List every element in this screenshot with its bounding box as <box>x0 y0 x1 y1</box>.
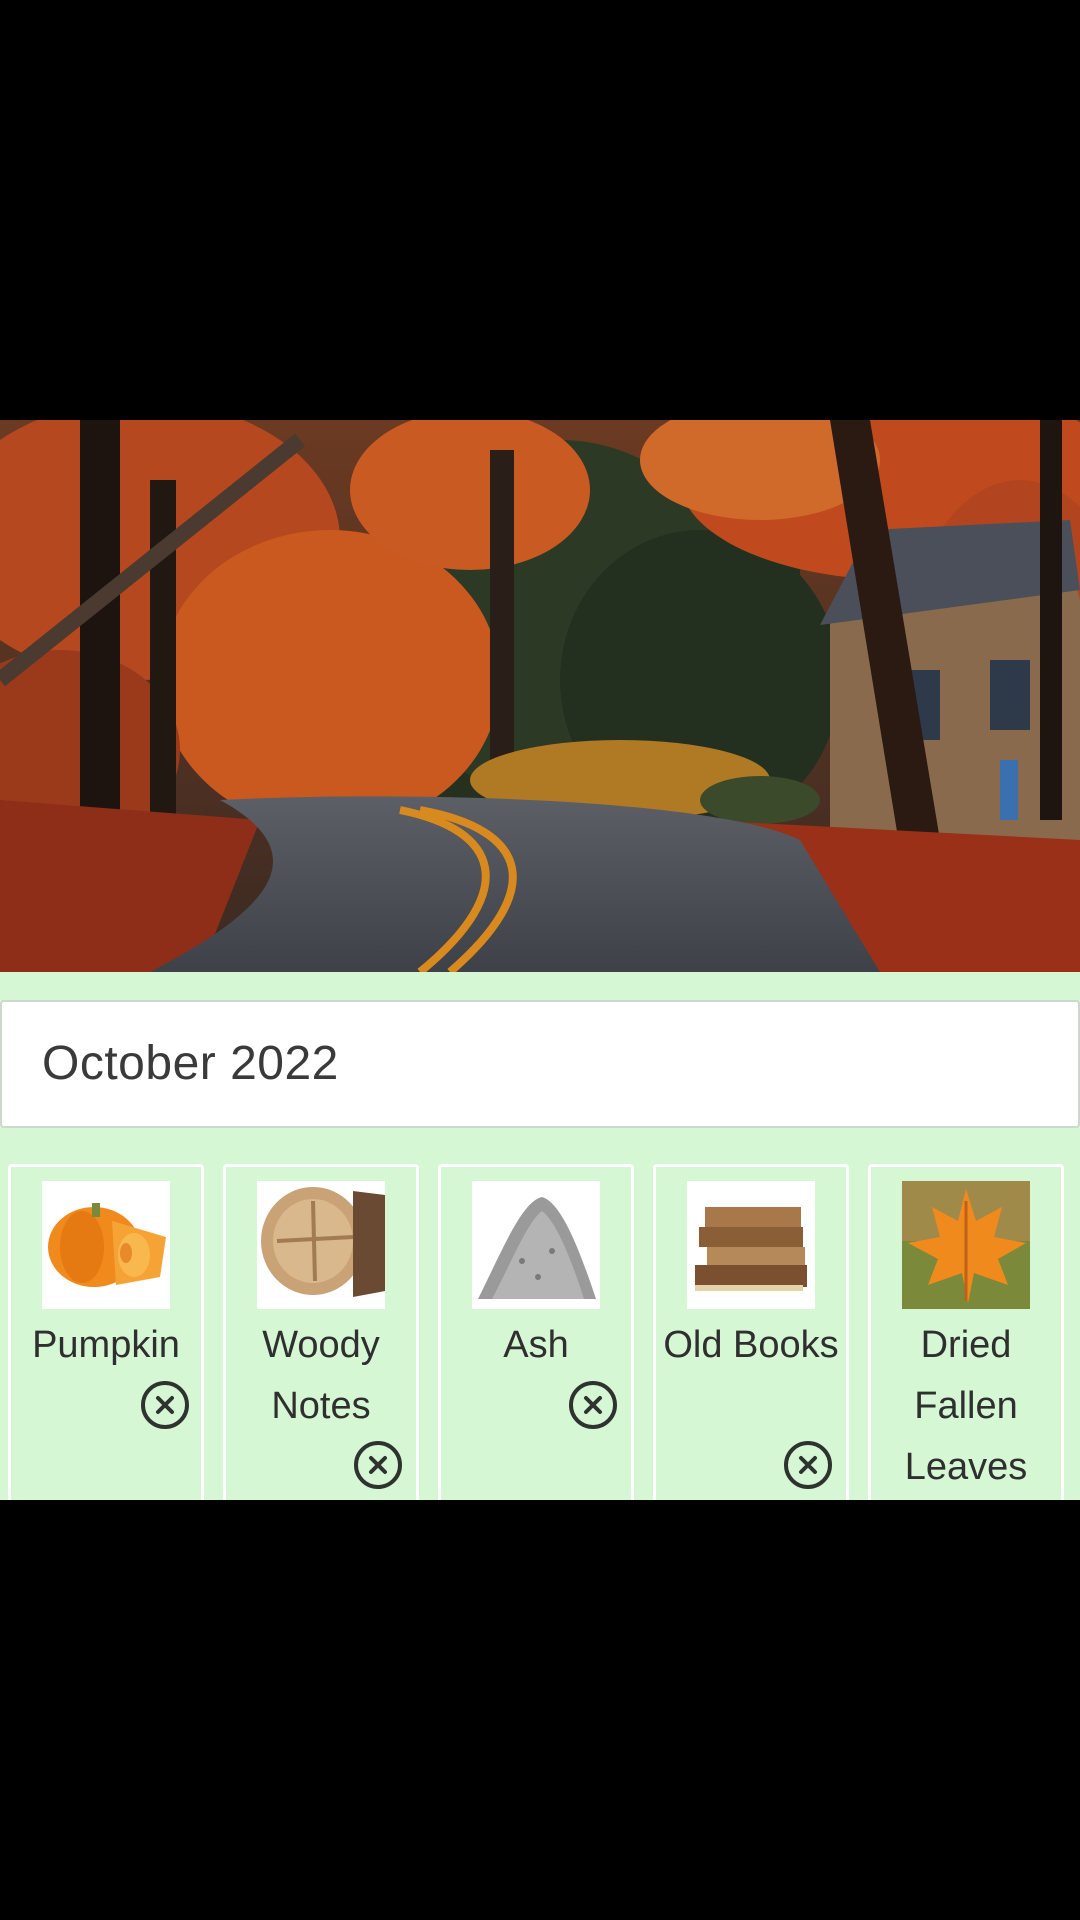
wood-log-image <box>257 1181 385 1309</box>
note-label: Woody Notes <box>262 1324 380 1427</box>
note-label: Ash <box>503 1324 569 1366</box>
note-card-pumpkin[interactable]: Pumpkin <box>8 1164 204 1500</box>
remove-pumpkin-button[interactable] <box>139 1379 191 1431</box>
note-card-woody-notes[interactable]: Woody Notes <box>223 1164 419 1500</box>
hero-photo <box>0 420 1080 972</box>
close-circle-icon <box>569 1381 617 1429</box>
close-circle-icon <box>141 1381 189 1429</box>
note-card-old-books[interactable]: Old Books <box>653 1164 849 1500</box>
remove-old-books-button[interactable] <box>782 1439 834 1491</box>
notes-panel: October 2022 Pumpkin Woody Notes Ash Old… <box>0 972 1080 1500</box>
remove-woody-notes-button[interactable] <box>352 1439 404 1491</box>
scent-notes-list[interactable]: Pumpkin Woody Notes Ash Old Books Dried … <box>8 1164 1080 1500</box>
note-label: Old Books <box>663 1324 839 1366</box>
old-books-image <box>687 1181 815 1309</box>
pumpkin-image <box>42 1181 170 1309</box>
autumn-road-photo <box>0 420 1080 972</box>
month-selector[interactable]: October 2022 <box>0 1000 1080 1128</box>
remove-ash-button[interactable] <box>567 1379 619 1431</box>
close-circle-icon <box>784 1441 832 1489</box>
note-card-ash[interactable]: Ash <box>438 1164 634 1500</box>
ash-pile-image <box>472 1181 600 1309</box>
note-card-dried-fallen-leaves[interactable]: Dried Fallen Leaves <box>868 1164 1064 1500</box>
month-label: October 2022 <box>42 1037 339 1090</box>
close-circle-icon <box>354 1441 402 1489</box>
screen: October 2022 Pumpkin Woody Notes Ash Old… <box>0 0 1080 1920</box>
note-label: Pumpkin <box>32 1324 180 1366</box>
maple-leaf-image <box>902 1181 1030 1309</box>
note-label: Dried Fallen Leaves <box>904 1324 1028 1488</box>
